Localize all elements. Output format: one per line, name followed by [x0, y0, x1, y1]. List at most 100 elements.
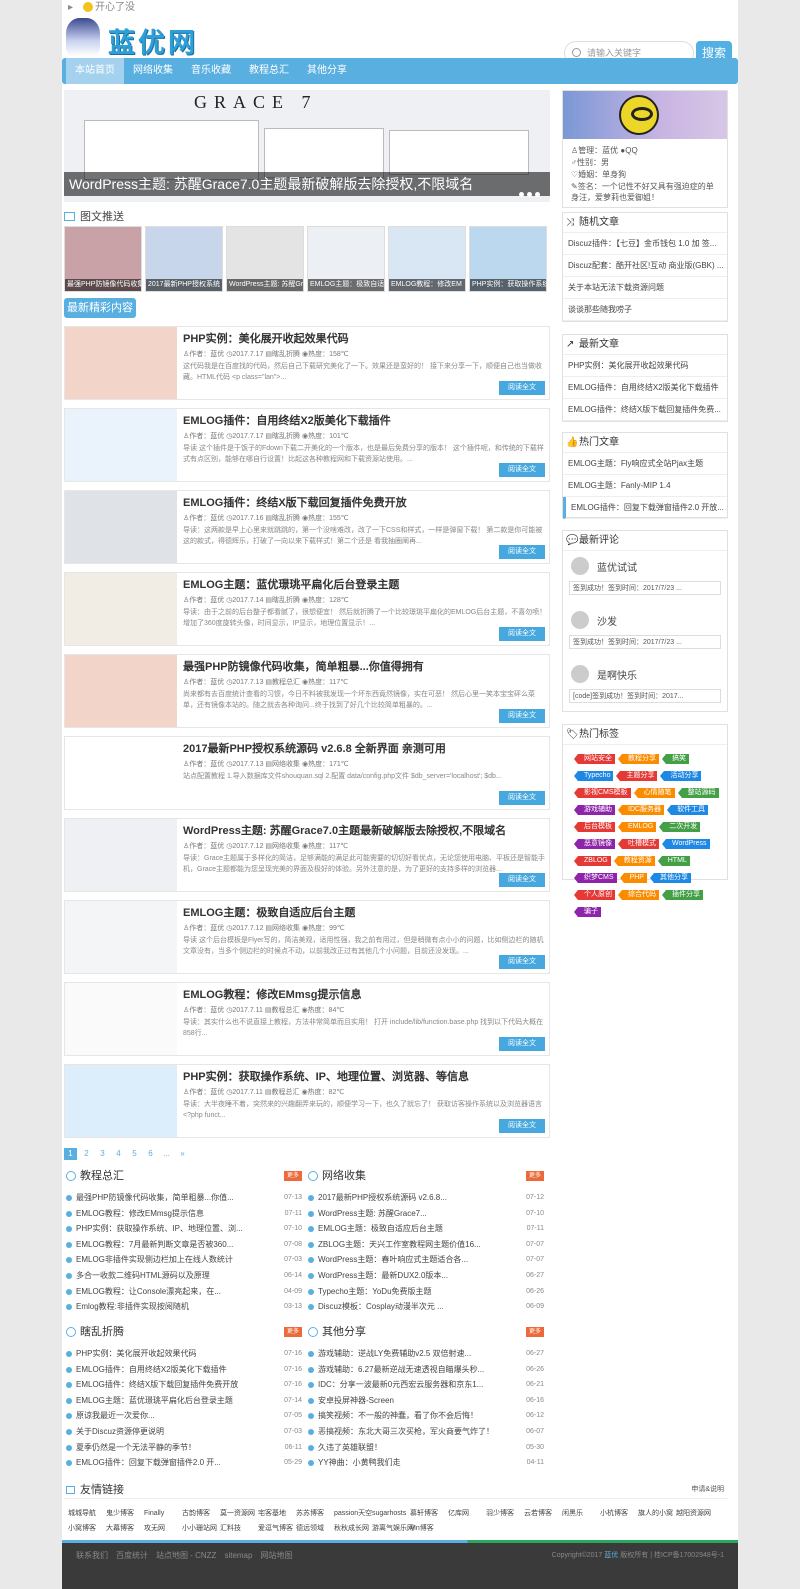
sidebar-link[interactable]: PHP实例：美化展开收起效果代码: [563, 355, 727, 377]
nav-item-0[interactable]: 本站首页: [66, 58, 124, 84]
friend-link[interactable]: 小杭博客: [600, 1508, 638, 1518]
sidebar-link[interactable]: EMLOG主题：Fly响应式全站Pjax主题: [563, 453, 727, 475]
tag-link[interactable]: 织梦CMS: [574, 873, 617, 883]
page-link[interactable]: 4: [112, 1148, 125, 1160]
page-link[interactable]: »: [176, 1148, 189, 1160]
friend-link[interactable]: passion天空: [334, 1508, 372, 1518]
tag-link[interactable]: 整站源码: [677, 788, 719, 798]
category-box-title-text[interactable]: 网络收集: [322, 1170, 366, 1182]
friend-link[interactable]: 汇料技: [220, 1523, 258, 1533]
sidebar-link[interactable]: EMLOG主题：Fanly-MIP 1.4: [563, 475, 727, 497]
friend-link[interactable]: 德远领域: [296, 1523, 334, 1533]
recommend-thumb[interactable]: EMLOG教程：修改EM: [388, 226, 466, 292]
list-item[interactable]: WordPress主题：春叶响应式主题适合各... 07-07: [306, 1252, 544, 1268]
post-title[interactable]: PHP实例：获取操作系统、IP、地理位置、浏览器、等信息: [183, 1068, 469, 1084]
read-more-button[interactable]: 阅读全文: [499, 545, 545, 559]
read-more-button[interactable]: 阅读全文: [499, 791, 545, 805]
list-item[interactable]: EMLOG主题：极致自适应后台主题 07-11: [306, 1221, 544, 1237]
friend-link[interactable]: sugarhosts: [372, 1510, 410, 1517]
friend-link[interactable]: 亿库网: [448, 1508, 486, 1518]
tag-link[interactable]: HTML: [657, 856, 690, 866]
nav-item-1[interactable]: 网络收集: [124, 58, 182, 84]
tag-link[interactable]: 后台模板: [574, 822, 615, 832]
tag-link[interactable]: 其他分享: [649, 873, 691, 883]
read-more-button[interactable]: 阅读全文: [499, 1037, 545, 1051]
list-item[interactable]: 关于Discuz资源停更说明 07-03: [64, 1424, 302, 1440]
tag-link[interactable]: 教程资源: [613, 856, 655, 866]
recommend-thumb[interactable]: WordPress主题: 苏醒Gr: [226, 226, 304, 292]
post-title[interactable]: EMLOG主题：蓝优璟珧平扁化后台登录主题: [183, 576, 399, 592]
read-more-button[interactable]: 阅读全文: [499, 1119, 545, 1133]
list-item[interactable]: IDC：分享一波最新0元西宏云服务器和京东1... 06-21: [306, 1377, 544, 1393]
post-title[interactable]: EMLOG插件：终结X版下载回复插件免费开放: [183, 494, 407, 510]
tag-link[interactable]: WordPress: [662, 839, 710, 849]
list-item[interactable]: EMLOG插件：回复下载弹窗插件2.0 开... 05-29: [64, 1455, 302, 1471]
friend-link[interactable]: 游离气娱乐网: [372, 1523, 414, 1533]
list-item[interactable]: EMLOG非插件实现侧边栏加上在线人数统计 07-03: [64, 1252, 302, 1268]
post-thumbnail[interactable]: [65, 901, 177, 973]
comment-text[interactable]: [code]签到成功！签到时间：2017...: [569, 689, 721, 703]
recommend-thumb[interactable]: 最强PHP防镜像代码收集: [64, 226, 142, 292]
friend-link[interactable]: 旗人的小窝: [638, 1508, 676, 1518]
tag-link[interactable]: 综合代码: [618, 890, 659, 900]
page-link[interactable]: 1: [64, 1148, 77, 1160]
post-title[interactable]: 2017最新PHP授权系统源码 v2.6.8 全新界面 亲测可用: [183, 740, 446, 756]
page-link[interactable]: 6: [144, 1148, 157, 1160]
friend-link[interactable]: 莫一资源网: [220, 1508, 258, 1518]
friend-link[interactable]: 城城导航: [68, 1508, 106, 1518]
more-button[interactable]: 更多: [284, 1171, 302, 1181]
list-item[interactable]: 安卓投屏神器-Screen 06-16: [306, 1393, 544, 1409]
nav-item-3[interactable]: 教程总汇: [240, 58, 298, 84]
post-thumbnail[interactable]: [65, 983, 177, 1055]
tag-link[interactable]: IDC服务器: [617, 805, 665, 815]
sidebar-link[interactable]: Discuz配套：酷开社区!互动 商业版(GBK) ...: [563, 255, 727, 277]
post-thumbnail[interactable]: [65, 1065, 177, 1137]
tag-link[interactable]: 网站安全: [574, 754, 615, 764]
tag-link[interactable]: 教程分享: [618, 754, 659, 764]
list-item[interactable]: WordPress主题: 苏醒Grace7... 07-10: [306, 1206, 544, 1222]
friend-link[interactable]: 云若博客: [524, 1508, 562, 1518]
sidebar-link[interactable]: Discuz插件：【七豆】金币钱包 1.0 加 签...: [563, 233, 727, 255]
list-item[interactable]: Emlog教程:非插件实现按阅随机 03-13: [64, 1299, 302, 1315]
footer-link[interactable]: 网站地图: [260, 1551, 292, 1560]
post-title[interactable]: EMLOG插件：自用终结X2版美化下载插件: [183, 412, 391, 428]
footer-link[interactable]: 百度统计: [116, 1551, 148, 1560]
tag-link[interactable]: 二次开发: [659, 822, 701, 832]
page-link[interactable]: ...: [160, 1148, 173, 1160]
friend-link[interactable]: 攻无网: [144, 1523, 182, 1533]
comment-author[interactable]: 蓝优试试: [597, 559, 637, 574]
read-more-button[interactable]: 阅读全文: [499, 463, 545, 477]
post-thumbnail[interactable]: [65, 737, 177, 809]
friend-link[interactable]: 苏苏博客: [296, 1508, 334, 1518]
apply-link[interactable]: 申请&说明: [691, 1481, 724, 1499]
list-item[interactable]: 游戏辅助：6.27最新逆战无速透视自瞄爆头秒... 06-26: [306, 1362, 544, 1378]
comment-text[interactable]: 签到成功！签到时间：2017/7/23 ...: [569, 581, 721, 595]
page-link[interactable]: 3: [96, 1148, 109, 1160]
category-box-title-text[interactable]: 其他分享: [322, 1326, 366, 1338]
read-more-button[interactable]: 阅读全文: [499, 955, 545, 969]
list-item[interactable]: EMLOG插件：终结X版下载回复插件免费开放 07-16: [64, 1377, 302, 1393]
sidebar-link[interactable]: EMLOG插件：终结X版下载回复插件免费...: [563, 399, 727, 421]
post-thumbnail[interactable]: [65, 409, 177, 481]
list-item[interactable]: 2017最新PHP授权系统源码 v2.6.8... 07-12: [306, 1190, 544, 1206]
tag-link[interactable]: 搞笑: [662, 754, 689, 764]
footer-link[interactable]: 站点地图 - CNZZ: [156, 1551, 216, 1560]
recommend-thumb[interactable]: EMLOG主题：极致自适: [307, 226, 385, 292]
friend-link[interactable]: 越阳资源网: [676, 1508, 714, 1518]
tag-link[interactable]: 活动分享: [660, 771, 702, 781]
tag-link[interactable]: PHP: [619, 873, 647, 883]
post-title[interactable]: WordPress主题: 苏醒Grace7.0主题最新破解版去除授权,不限域名: [183, 822, 506, 838]
friend-link[interactable]: 爱逗气博客: [258, 1523, 296, 1533]
footer-link[interactable]: 联系我们: [76, 1551, 108, 1560]
list-item[interactable]: 久违了英雄联盟！ 05-30: [306, 1440, 544, 1456]
list-item[interactable]: EMLOG主题：蓝优璟珧平扁化后台登录主题 07-14: [64, 1393, 302, 1409]
tag-link[interactable]: 恶意镜像: [574, 839, 615, 849]
friend-link[interactable]: 小窝博客: [68, 1523, 106, 1533]
list-item[interactable]: EMLOG教程：让Console漂亮起来，在... 04-09: [64, 1284, 302, 1300]
friend-link[interactable]: Mn博客: [410, 1523, 448, 1533]
friend-link[interactable]: 小小珊站网: [182, 1523, 220, 1533]
post-thumbnail[interactable]: [65, 491, 177, 563]
friend-link[interactable]: 羽少博客: [486, 1508, 524, 1518]
more-button[interactable]: 更多: [284, 1327, 302, 1337]
post-title[interactable]: 最强PHP防镜像代码收集，简单粗暴...你值得拥有: [183, 658, 424, 674]
